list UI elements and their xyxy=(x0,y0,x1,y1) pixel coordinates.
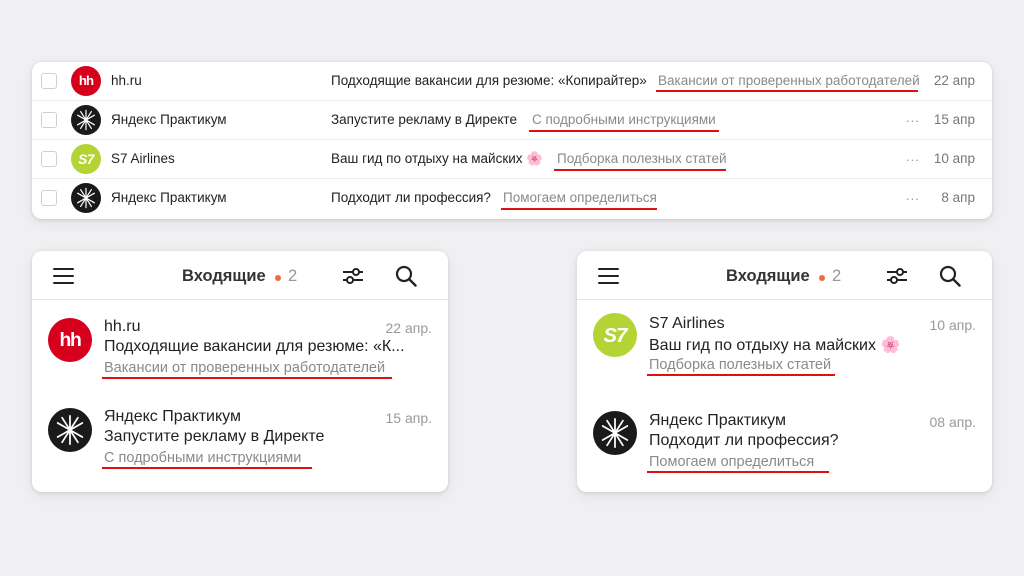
message-preview: С подробными инструкциями xyxy=(532,112,716,127)
message-row[interactable]: S7 Airlines Ваш гид по отдыху на майских… xyxy=(32,140,992,179)
list-item[interactable]: hh.ru 22 апр. Подходящие вакансии для ре… xyxy=(32,309,448,399)
message-subject: Ваш гид по отдыху на майских 🌸 xyxy=(331,151,544,166)
hh-logo-icon xyxy=(48,318,92,362)
desktop-message-list: hh.ru Подходящие вакансии для резюме: «К… xyxy=(32,62,992,219)
preview-underline xyxy=(529,130,719,132)
praktikum-logo-icon xyxy=(48,408,92,452)
s7-logo-icon xyxy=(593,313,637,357)
message-date: 22 апр xyxy=(933,73,975,88)
preview-underline xyxy=(102,377,392,379)
message-preview: Помогаем определиться xyxy=(503,190,657,205)
message-row[interactable]: Яндекс Практикум Запустите рекламу в Дир… xyxy=(32,101,992,140)
mobile-inbox-left: Входящие 2 hh.ru 22 апр. Подходящие вака… xyxy=(32,251,448,492)
message-subject: Подходящие вакансии для резюме: «Копирай… xyxy=(331,73,647,88)
message-preview: С подробными инструкциями xyxy=(104,450,302,466)
preview-underline xyxy=(501,208,657,210)
dots-icon: ... xyxy=(906,188,920,203)
filter-icon[interactable] xyxy=(886,266,908,286)
preview-underline xyxy=(647,471,829,473)
message-subject: Подходящие вакансии для резюме: «К... xyxy=(104,338,405,355)
message-preview: Вакансии от проверенных работодателей xyxy=(104,360,386,376)
checkbox[interactable] xyxy=(41,151,57,167)
search-icon[interactable] xyxy=(395,265,417,287)
unread-dot xyxy=(819,275,825,281)
message-preview: Вакансии от проверенных работодателей xyxy=(658,73,920,88)
message-date: 15 апр xyxy=(933,112,975,127)
praktikum-logo-icon xyxy=(593,411,637,455)
menu-icon[interactable] xyxy=(53,268,74,284)
inbox-title: Входящие xyxy=(182,267,266,285)
sender-name: hh.ru xyxy=(111,73,142,88)
list-item[interactable]: S7 Airlines 10 апр. Ваш гид по отдыху на… xyxy=(577,307,992,397)
message-date: 10 апр xyxy=(933,151,975,166)
hh-logo-icon xyxy=(71,66,101,96)
unread-count: 2 xyxy=(288,267,298,285)
message-date: 22 апр. xyxy=(385,320,432,336)
message-subject: Подходит ли профессия? xyxy=(331,190,491,205)
inbox-header: Входящие 2 xyxy=(32,251,448,300)
message-date: 8 апр xyxy=(941,190,975,205)
filter-icon[interactable] xyxy=(342,266,364,286)
message-preview: Подборка полезных статей xyxy=(649,357,832,373)
message-date: 08 апр. xyxy=(929,414,976,430)
message-row[interactable]: hh.ru Подходящие вакансии для резюме: «К… xyxy=(32,62,992,101)
inbox-header: Входящие 2 xyxy=(577,251,992,300)
mobile-inbox-right: Входящие 2 S7 Airlines 10 апр. Ваш гид п… xyxy=(577,251,992,492)
search-icon[interactable] xyxy=(939,265,961,287)
sender-name: S7 Airlines xyxy=(649,315,725,332)
checkbox[interactable] xyxy=(41,73,57,89)
menu-icon[interactable] xyxy=(598,268,619,284)
s7-logo-icon xyxy=(71,144,101,174)
preview-underline xyxy=(656,90,918,92)
preview-underline xyxy=(554,169,726,171)
message-preview: Помогаем определиться xyxy=(649,454,815,470)
unread-count: 2 xyxy=(832,267,842,285)
sender-name: Яндекс Практикум xyxy=(104,408,241,425)
sender-name: Яндекс Практикум xyxy=(111,190,227,205)
list-item[interactable]: Яндекс Практикум 15 апр. Запустите рекла… xyxy=(32,399,448,489)
dots-icon: ... xyxy=(906,149,920,164)
message-preview: Подборка полезных статей xyxy=(557,151,727,166)
sender-name: Яндекс Практикум xyxy=(649,412,786,429)
sender-name: Яндекс Практикум xyxy=(111,112,227,127)
checkbox[interactable] xyxy=(41,112,57,128)
dots-icon: ... xyxy=(906,110,920,125)
preview-underline xyxy=(102,467,312,469)
sender-name: hh.ru xyxy=(104,318,141,335)
checkbox[interactable] xyxy=(41,190,57,206)
praktikum-logo-icon xyxy=(71,183,101,213)
message-row[interactable]: Яндекс Практикум Подходит ли профессия? … xyxy=(32,179,992,218)
message-subject: Подходит ли профессия? xyxy=(649,432,839,449)
sender-name: S7 Airlines xyxy=(111,151,175,166)
preview-underline xyxy=(647,374,835,376)
message-subject: Ваш гид по отдыху на майских 🌸 xyxy=(649,337,901,354)
message-subject: Запустите рекламу в Директе xyxy=(331,112,517,127)
message-date: 15 апр. xyxy=(385,410,432,426)
list-item[interactable]: Яндекс Практикум 08 апр. Подходит ли про… xyxy=(577,404,992,492)
message-date: 10 апр. xyxy=(929,317,976,333)
praktikum-logo-icon xyxy=(71,105,101,135)
inbox-title: Входящие xyxy=(726,267,810,285)
message-subject: Запустите рекламу в Директе xyxy=(104,428,325,445)
unread-dot xyxy=(275,275,281,281)
